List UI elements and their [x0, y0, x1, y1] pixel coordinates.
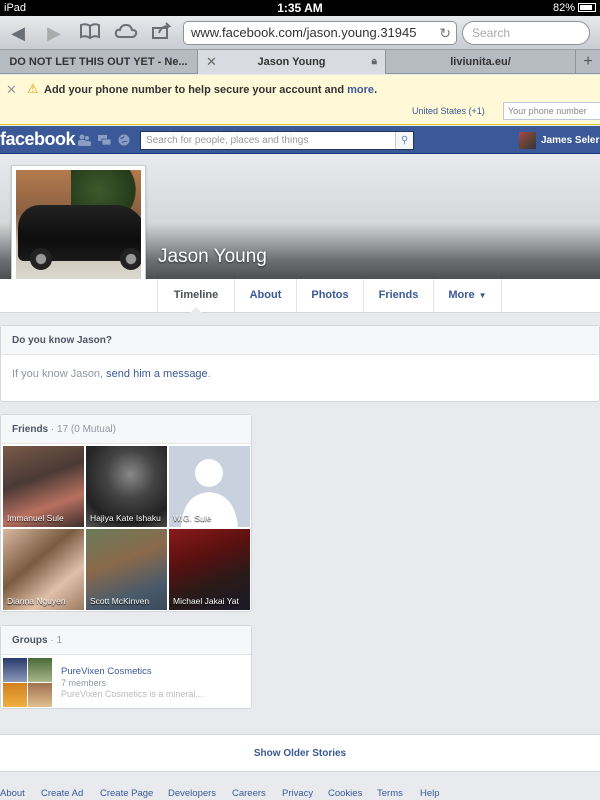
footer-link-create-ad[interactable]: Create Ad: [41, 788, 83, 799]
phone-number-input[interactable]: Your phone number: [503, 102, 600, 120]
facebook-search-input[interactable]: Search for people, places and things ⚲: [140, 131, 414, 150]
share-icon[interactable]: [150, 22, 174, 44]
battery-icon: [578, 3, 596, 12]
notifications-icon[interactable]: [118, 134, 130, 146]
close-icon[interactable]: ✕: [6, 82, 17, 98]
friend-name: Scott McKinven: [90, 596, 150, 606]
friend-name: Immanuel Sule: [7, 513, 64, 523]
friend-tile[interactable]: Scott McKinven: [86, 529, 167, 610]
clock: 1:35 AM: [277, 1, 323, 15]
browser-tab-bar: DO NOT LET THIS OUT YET - Ne... ✕ Jason …: [0, 50, 600, 74]
status-bar: iPad 1:35 AM 82%: [0, 0, 600, 16]
user-profile-link[interactable]: James Seler: [519, 132, 599, 150]
footer-link-developers[interactable]: Developers: [168, 788, 216, 799]
group-item[interactable]: PureVixen Cosmetics 7 members PureVixen …: [1, 655, 251, 715]
footer-link-help[interactable]: Help: [420, 788, 440, 799]
caret-down-icon: ▼: [478, 291, 487, 300]
group-description: PureVixen Cosmetics is a mineral...: [61, 689, 203, 699]
browser-search-placeholder: Search: [472, 26, 511, 40]
icloud-icon[interactable]: [114, 22, 138, 44]
tab-label: Jason Young: [257, 56, 326, 68]
show-older-stories-button[interactable]: Show Older Stories: [0, 734, 600, 772]
facebook-search-placeholder: Search for people, places and things: [146, 135, 309, 146]
groups-card-title[interactable]: Groups · 1: [1, 626, 251, 655]
search-icon[interactable]: ⚲: [395, 132, 413, 149]
tab-friends[interactable]: Friends: [363, 279, 433, 312]
back-icon[interactable]: ◀: [6, 22, 30, 44]
friend-tile[interactable]: Michael Jakai Yat: [169, 529, 250, 610]
friend-requests-icon[interactable]: [78, 134, 91, 146]
friends-count: · 17 (0 Mutual): [50, 424, 116, 435]
tab-timeline[interactable]: Timeline: [157, 279, 234, 313]
warning-icon: ⚠: [27, 81, 39, 96]
groups-count: · 1: [50, 635, 63, 646]
friend-name: Dianna Nguyen: [7, 596, 66, 606]
user-name: James Seler: [541, 135, 600, 147]
footer-link-terms[interactable]: Terms: [377, 788, 403, 799]
banner-message: Add your phone number to help secure you…: [44, 84, 378, 96]
browser-search-field[interactable]: Search: [462, 21, 590, 45]
avatar: [519, 132, 536, 149]
forward-icon[interactable]: ▶: [42, 22, 66, 44]
send-message-link[interactable]: send him a message: [106, 368, 208, 380]
footer-link-create-page[interactable]: Create Page: [100, 788, 153, 799]
url-field[interactable]: www.facebook.com/jason.young.31945 ↻: [183, 21, 457, 45]
browser-toolbar: ◀ ▶ www.facebook.com/jason.young.31945 ↻…: [0, 16, 600, 50]
friend-tile[interactable]: W.G. Sule: [169, 446, 250, 527]
profile-photo-car: [16, 170, 141, 295]
tab-photos[interactable]: Photos: [296, 279, 363, 312]
friends-card: Friends · 17 (0 Mutual) Immanuel Sule Ha…: [0, 414, 252, 612]
more-link[interactable]: more: [347, 84, 374, 96]
card-title: Do you know Jason?: [1, 326, 599, 355]
url-text: www.facebook.com/jason.young.31945: [191, 25, 417, 40]
footer-link-careers[interactable]: Careers: [232, 788, 266, 799]
tab-label: liviunita.eu/: [450, 56, 511, 68]
footer-links: About Create Ad Create Page Developers C…: [0, 788, 600, 800]
tab-3[interactable]: liviunita.eu/: [386, 50, 576, 74]
friend-name: W.G. Sule: [173, 513, 212, 523]
tab-more[interactable]: More ▼: [433, 279, 502, 312]
group-name-link[interactable]: PureVixen Cosmetics: [61, 666, 152, 677]
messages-icon[interactable]: [98, 134, 112, 146]
friend-tile[interactable]: Immanuel Sule: [3, 446, 84, 527]
tab-1[interactable]: DO NOT LET THIS OUT YET - Ne...: [0, 50, 198, 74]
battery-indicator: 82%: [553, 2, 596, 14]
friend-tile[interactable]: Hajiya Kate Ishaku: [86, 446, 167, 527]
friend-name: Michael Jakai Yat: [173, 596, 239, 606]
profile-tabs: Timeline About Photos Friends More ▼: [0, 279, 600, 313]
tab-about[interactable]: About: [234, 279, 296, 312]
close-tab-icon[interactable]: ✕: [206, 50, 217, 74]
tab-label: DO NOT LET THIS OUT YET - Ne...: [9, 56, 188, 68]
battery-percent: 82%: [552, 2, 575, 14]
footer-link-about[interactable]: About: [0, 788, 25, 799]
group-members: 7 members: [61, 678, 107, 688]
country-code-select[interactable]: United States (+1): [412, 106, 485, 116]
facebook-header: facebook Search for people, places and t…: [0, 126, 600, 154]
profile-name[interactable]: Jason Young: [158, 246, 267, 268]
new-tab-button[interactable]: +: [576, 50, 600, 74]
bookmarks-icon[interactable]: [78, 22, 102, 44]
friend-name: Hajiya Kate Ishaku: [90, 513, 161, 523]
groups-card: Groups · 1 PureVixen Cosmetics 7 members…: [0, 625, 252, 709]
group-thumbnail: [3, 658, 53, 708]
footer-link-privacy[interactable]: Privacy: [282, 788, 313, 799]
know-text: If you know Jason, send him a message.: [12, 368, 211, 380]
footer-link-cookies[interactable]: Cookies: [328, 788, 362, 799]
tab-2[interactable]: ✕ Jason Young 🔒︎: [198, 50, 386, 74]
reload-icon[interactable]: ↻: [439, 22, 451, 44]
facebook-logo[interactable]: facebook: [0, 129, 76, 150]
do-you-know-card: Do you know Jason? If you know Jason, se…: [0, 325, 600, 402]
friends-card-title[interactable]: Friends · 17 (0 Mutual): [1, 415, 251, 444]
phone-number-banner: ✕ ⚠ Add your phone number to help secure…: [0, 75, 600, 125]
lock-icon: 🔒︎: [371, 56, 377, 67]
friend-tile[interactable]: Dianna Nguyen: [3, 529, 84, 610]
